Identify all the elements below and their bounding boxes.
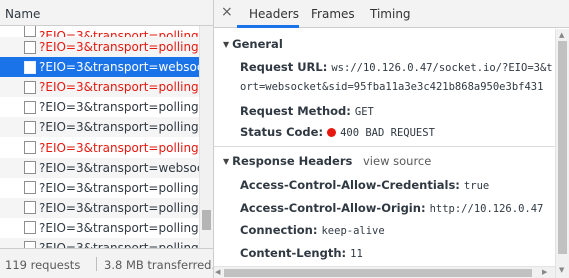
- expand-triangle-icon: ▼: [223, 157, 230, 166]
- response-header-value: http://10.126.0.47: [429, 202, 544, 215]
- request-type-icon: [24, 80, 36, 94]
- tab-headers[interactable]: Headers: [249, 7, 299, 21]
- view-source-link[interactable]: view source: [363, 154, 431, 168]
- scroll-left-arrow-icon[interactable]: ◀: [215, 268, 220, 276]
- response-header-row: Connection: keep-alive: [240, 223, 385, 237]
- request-url-value-line2: ort=websocket&sid=95fba11a3e3c421b868a95…: [240, 81, 544, 93]
- request-name: ?EIO=3&transport=polling&t...: [39, 80, 199, 95]
- summary-divider: [96, 257, 97, 271]
- request-list-pane: Name ?EIO=3&transport=polling&t...?EIO=3…: [0, 0, 213, 278]
- request-name: ?EIO=3&transport=websocket...: [39, 60, 199, 75]
- response-header-row: Access-Control-Allow-Credentials: true: [240, 178, 489, 192]
- details-horizontal-scrollbar[interactable]: ◀ ▶: [214, 266, 555, 278]
- request-name: ?EIO=3&transport=polling&t...: [39, 100, 199, 115]
- response-header-key: Access-Control-Allow-Origin:: [240, 200, 426, 215]
- request-details-pane: × Headers Frames Timing ▼ General Request…: [214, 0, 569, 278]
- request-method-value: GET: [354, 106, 374, 118]
- request-name: ?EIO=3&transport=polling&t...: [39, 180, 199, 195]
- response-headers-section-toggle[interactable]: ▼ Response Headers: [223, 154, 352, 168]
- active-tab-indicator: [237, 25, 299, 28]
- name-column-label: Name: [5, 7, 41, 21]
- request-row[interactable]: ?EIO=3&transport=websocket...: [0, 157, 199, 178]
- details-vertical-scrollbar[interactable]: ▲ ▼: [555, 29, 569, 278]
- request-row[interactable]: ?EIO=3&transport=polling&t...: [0, 77, 199, 98]
- request-url-row: Request URL: ws://10.126.0.47/socket.io/…: [240, 60, 553, 74]
- request-row[interactable]: ?EIO=3&transport=polling&t...: [0, 97, 199, 118]
- request-type-icon: [24, 26, 36, 37]
- request-name: ?EIO=3&transport=polling&t...: [39, 140, 199, 155]
- request-row[interactable]: ?EIO=3&transport=polling&t...: [0, 137, 199, 158]
- response-header-value: 11: [350, 247, 363, 260]
- request-rows: ?EIO=3&transport=polling&t...?EIO=3&tran…: [0, 26, 199, 248]
- tab-frames[interactable]: Frames: [311, 7, 355, 21]
- request-name: ?EIO=3&transport=polling&t...: [39, 120, 199, 135]
- request-method-key: Request Method:: [240, 104, 351, 118]
- request-row[interactable]: ?EIO=3&transport=polling&t...: [0, 37, 199, 58]
- response-header-row: Content-Length: 11: [240, 246, 363, 260]
- headers-content: ▼ General Request URL: ws://10.126.0.47/s…: [214, 29, 555, 278]
- request-type-icon: [24, 201, 36, 215]
- request-list-scrollbar[interactable]: [199, 26, 213, 248]
- response-header-value: keep-alive: [321, 225, 385, 237]
- response-headers-title: Response Headers: [232, 154, 353, 168]
- request-name: ?EIO=3&transport=websocket...: [39, 160, 199, 175]
- request-type-icon: [24, 100, 36, 114]
- request-type-icon: [24, 141, 36, 155]
- scroll-up-arrow-icon[interactable]: ▲: [559, 31, 564, 39]
- name-column-header[interactable]: Name: [0, 0, 213, 26]
- network-summary-bar: 119 requests 3.8 MB transferred...: [0, 248, 213, 278]
- request-type-icon: [24, 181, 36, 195]
- request-row[interactable]: ?EIO=3&transport=polling&t...: [0, 197, 199, 218]
- response-header-row: Access-Control-Allow-Origin: http://10.1…: [240, 201, 543, 215]
- request-type-icon: [24, 60, 36, 74]
- response-header-value: true: [463, 180, 490, 192]
- details-horizontal-scrollbar-thumb[interactable]: [224, 269, 532, 277]
- request-url-value-line1: ws://10.126.0.47/socket.io/?EIO=3&t: [331, 62, 553, 74]
- expand-triangle-icon: ▼: [223, 40, 230, 49]
- details-tab-bar: × Headers Frames Timing: [214, 0, 569, 28]
- scroll-down-arrow-icon[interactable]: ▼: [559, 266, 564, 274]
- request-name: ?EIO=3&transport=polling&t...: [39, 220, 199, 235]
- tab-timing[interactable]: Timing: [370, 7, 411, 21]
- status-code-value: 400 BAD REQUEST: [340, 127, 435, 139]
- section-divider: [214, 146, 555, 147]
- status-code-row: Status Code: 400 BAD REQUEST: [240, 125, 435, 139]
- request-type-icon: [24, 221, 36, 235]
- request-row[interactable]: ?EIO=3&transport=polling&t...: [0, 177, 199, 198]
- scroll-right-arrow-icon[interactable]: ▶: [542, 268, 547, 276]
- request-type-icon: [24, 40, 36, 54]
- request-count: 119 requests: [5, 258, 81, 272]
- request-url-key: Request URL:: [240, 60, 328, 74]
- request-row[interactable]: ?EIO=3&transport=polling&t...: [0, 117, 199, 138]
- request-name: ?EIO=3&transport=polling&t...: [39, 240, 199, 248]
- request-row[interactable]: ?EIO=3&transport=polling&t...: [0, 217, 199, 238]
- response-header-key: Content-Length:: [240, 245, 347, 260]
- general-section-title: General: [232, 37, 283, 51]
- response-header-key: Connection:: [240, 223, 318, 237]
- request-row[interactable]: ?EIO=3&transport=websocket...: [0, 57, 199, 78]
- status-code-key: Status Code:: [240, 125, 324, 139]
- close-icon[interactable]: ×: [221, 4, 233, 20]
- general-section-toggle[interactable]: ▼ General: [223, 37, 283, 51]
- request-row[interactable]: ?EIO=3&transport=polling&t...: [0, 237, 199, 248]
- response-header-key: Access-Control-Allow-Credentials:: [240, 178, 460, 192]
- request-method-row: Request Method: GET: [240, 104, 374, 118]
- request-name: ?EIO=3&transport=polling&t...: [39, 200, 199, 215]
- transferred-size: 3.8 MB transferred...: [104, 258, 213, 272]
- request-row[interactable]: ?EIO=3&transport=polling&t...: [0, 26, 199, 43]
- request-type-icon: [24, 120, 36, 134]
- error-status-dot-icon: [327, 128, 337, 137]
- request-name: ?EIO=3&transport=polling&t...: [39, 40, 199, 55]
- request-type-icon: [24, 161, 36, 175]
- details-vertical-scrollbar-thumb[interactable]: [558, 41, 567, 254]
- request-list-scrollbar-thumb[interactable]: [202, 210, 211, 230]
